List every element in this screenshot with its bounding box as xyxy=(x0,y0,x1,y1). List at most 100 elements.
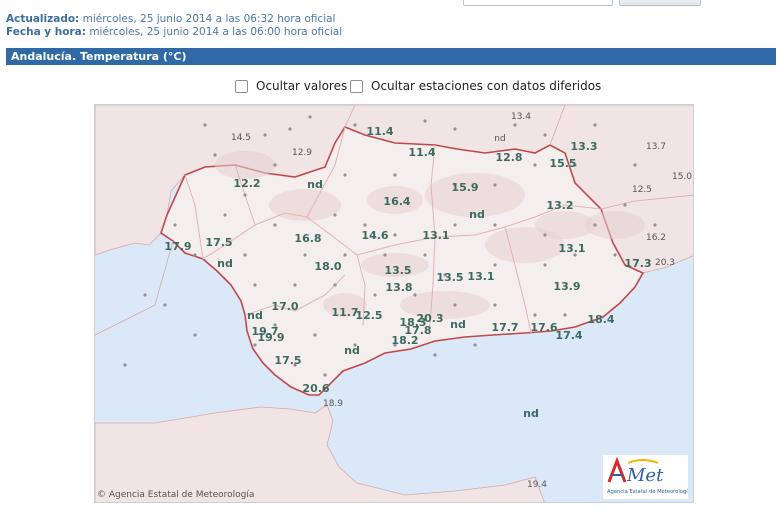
station-dot xyxy=(363,223,367,227)
station-dot xyxy=(653,223,657,227)
station-dot xyxy=(393,233,397,237)
station-temp-label[interactable]: 17.4 xyxy=(555,329,582,342)
station-temp-label[interactable]: nd xyxy=(307,178,323,191)
station-temp-label[interactable]: nd xyxy=(494,134,505,144)
station-temp-label[interactable]: 12.2 xyxy=(233,177,260,190)
station-dot xyxy=(143,293,147,297)
station-temp-label[interactable]: 15.5 xyxy=(549,157,576,170)
station-temp-label[interactable]: 13.7 xyxy=(646,142,666,152)
station-temp-label[interactable]: 13.5 xyxy=(384,264,411,277)
station-temp-label[interactable]: nd xyxy=(523,407,539,420)
station-temp-label[interactable]: nd xyxy=(247,309,263,322)
station-temp-label[interactable]: 15.9 xyxy=(451,181,478,194)
station-temp-label[interactable]: 18.9 xyxy=(323,399,343,409)
station-temp-label[interactable]: 13.2 xyxy=(546,199,573,212)
station-temp-label[interactable]: 18.0 xyxy=(314,260,341,273)
station-dot xyxy=(593,123,597,127)
search-input[interactable] xyxy=(463,0,613,6)
station-temp-label[interactable]: 19.9 xyxy=(257,331,284,344)
station-dot xyxy=(343,253,347,257)
station-temp-label[interactable]: nd xyxy=(344,344,360,357)
station-dot xyxy=(273,163,277,167)
station-temp-label[interactable]: 13.3 xyxy=(570,140,597,153)
station-temp-label[interactable]: 19.4 xyxy=(527,480,547,490)
station-dot xyxy=(243,253,247,257)
hide-values-checkbox[interactable] xyxy=(235,80,248,93)
station-dot xyxy=(423,253,427,257)
station-temp-label[interactable]: 13.9 xyxy=(553,280,580,293)
station-temp-label[interactable]: 14.5 xyxy=(231,133,251,143)
station-temp-label[interactable]: 13.1 xyxy=(467,270,494,283)
station-dot xyxy=(213,153,217,157)
station-temp-label[interactable]: 16.2 xyxy=(646,233,666,243)
station-dot xyxy=(163,303,167,307)
station-temp-label[interactable]: 17.6 xyxy=(530,321,557,334)
station-dot xyxy=(173,223,177,227)
station-temp-label[interactable]: nd xyxy=(469,208,485,221)
station-dot xyxy=(563,313,567,317)
station-dot xyxy=(308,115,312,119)
station-temp-label[interactable]: 14.6 xyxy=(361,229,388,242)
station-temp-label[interactable]: 17.9 xyxy=(164,240,191,253)
station-temp-label[interactable]: 12.5 xyxy=(632,185,652,195)
station-dot xyxy=(303,253,307,257)
station-dot xyxy=(453,127,457,131)
station-temp-label[interactable]: 12.8 xyxy=(495,151,522,164)
station-temp-label[interactable]: 13.5 xyxy=(436,271,463,284)
station-dot xyxy=(433,353,437,357)
station-temp-label[interactable]: 15.0 xyxy=(672,172,692,182)
station-temp-label[interactable]: 16.8 xyxy=(294,232,321,245)
station-temp-label[interactable]: 13.1 xyxy=(422,229,449,242)
station-dot xyxy=(253,343,257,347)
station-dot xyxy=(333,283,337,287)
updated-label: Actualizado: xyxy=(6,13,80,25)
station-dot xyxy=(593,223,597,227)
station-temp-label[interactable]: 11.4 xyxy=(408,146,435,159)
station-dot xyxy=(203,123,207,127)
station-temp-label[interactable]: 16.4 xyxy=(383,195,410,208)
station-temp-label[interactable]: 17.3 xyxy=(624,257,651,270)
hide-values-label[interactable]: Ocultar valores xyxy=(256,79,347,93)
station-temp-label[interactable]: 17.5 xyxy=(274,354,301,367)
station-temp-label[interactable]: 12.5 xyxy=(355,309,382,322)
station-temp-label[interactable]: 18.2 xyxy=(391,334,418,347)
station-dot xyxy=(293,283,297,287)
station-temp-label[interactable]: 20.6 xyxy=(302,382,329,395)
station-dot xyxy=(313,333,317,337)
station-temp-label[interactable]: nd xyxy=(217,257,233,270)
station-temp-label[interactable]: 11.4 xyxy=(366,125,393,138)
datetime-line: Fecha y hora: miércoles, 25 junio 2014 a… xyxy=(6,26,342,39)
station-dot xyxy=(423,119,427,123)
datetime-label: Fecha y hora: xyxy=(6,26,86,38)
station-dot xyxy=(453,303,457,307)
datetime-value: miércoles, 25 junio 2014 a las 06:00 hor… xyxy=(89,26,343,38)
hide-deferred-checkbox[interactable] xyxy=(350,80,363,93)
aemet-logo: Met Agencia Estatal de Meteorología xyxy=(603,455,688,499)
station-temp-label[interactable]: 18.4 xyxy=(587,313,614,326)
station-dot xyxy=(273,223,277,227)
search-button[interactable] xyxy=(619,0,701,6)
station-temp-label[interactable]: 17.0 xyxy=(271,300,298,313)
station-dot xyxy=(383,253,387,257)
station-temp-label[interactable]: 12.9 xyxy=(292,148,312,158)
station-dot xyxy=(353,123,357,127)
map-canvas: 11.4 13.4 nd 14.5 12.9 11.4 12.8 13.3 13.7 15.5 12… xyxy=(95,105,693,502)
station-temp-label[interactable]: 20.3 xyxy=(655,258,675,268)
station-dot xyxy=(513,123,517,127)
hide-deferred-label[interactable]: Ocultar estaciones con datos diferidos xyxy=(371,79,601,93)
station-dot xyxy=(493,263,497,267)
updated-value: miércoles, 25 junio 2014 a las 06:32 hor… xyxy=(82,13,336,25)
station-temp-label[interactable]: 13.1 xyxy=(558,242,585,255)
station-dot xyxy=(453,223,457,227)
station-dot xyxy=(543,263,547,267)
station-dot xyxy=(493,183,497,187)
station-dot xyxy=(323,373,327,377)
station-temp-label[interactable]: nd xyxy=(450,318,466,331)
station-temp-label[interactable]: 13.8 xyxy=(385,281,412,294)
station-dot xyxy=(333,213,337,217)
station-temp-label[interactable]: 17.5 xyxy=(205,236,232,249)
station-temp-label[interactable]: 17.7 xyxy=(491,321,518,334)
station-temp-label[interactable]: 13.4 xyxy=(511,112,531,122)
temperature-map[interactable]: 11.4 13.4 nd 14.5 12.9 11.4 12.8 13.3 13.7 15.5 12… xyxy=(94,104,694,503)
station-dot xyxy=(253,283,257,287)
